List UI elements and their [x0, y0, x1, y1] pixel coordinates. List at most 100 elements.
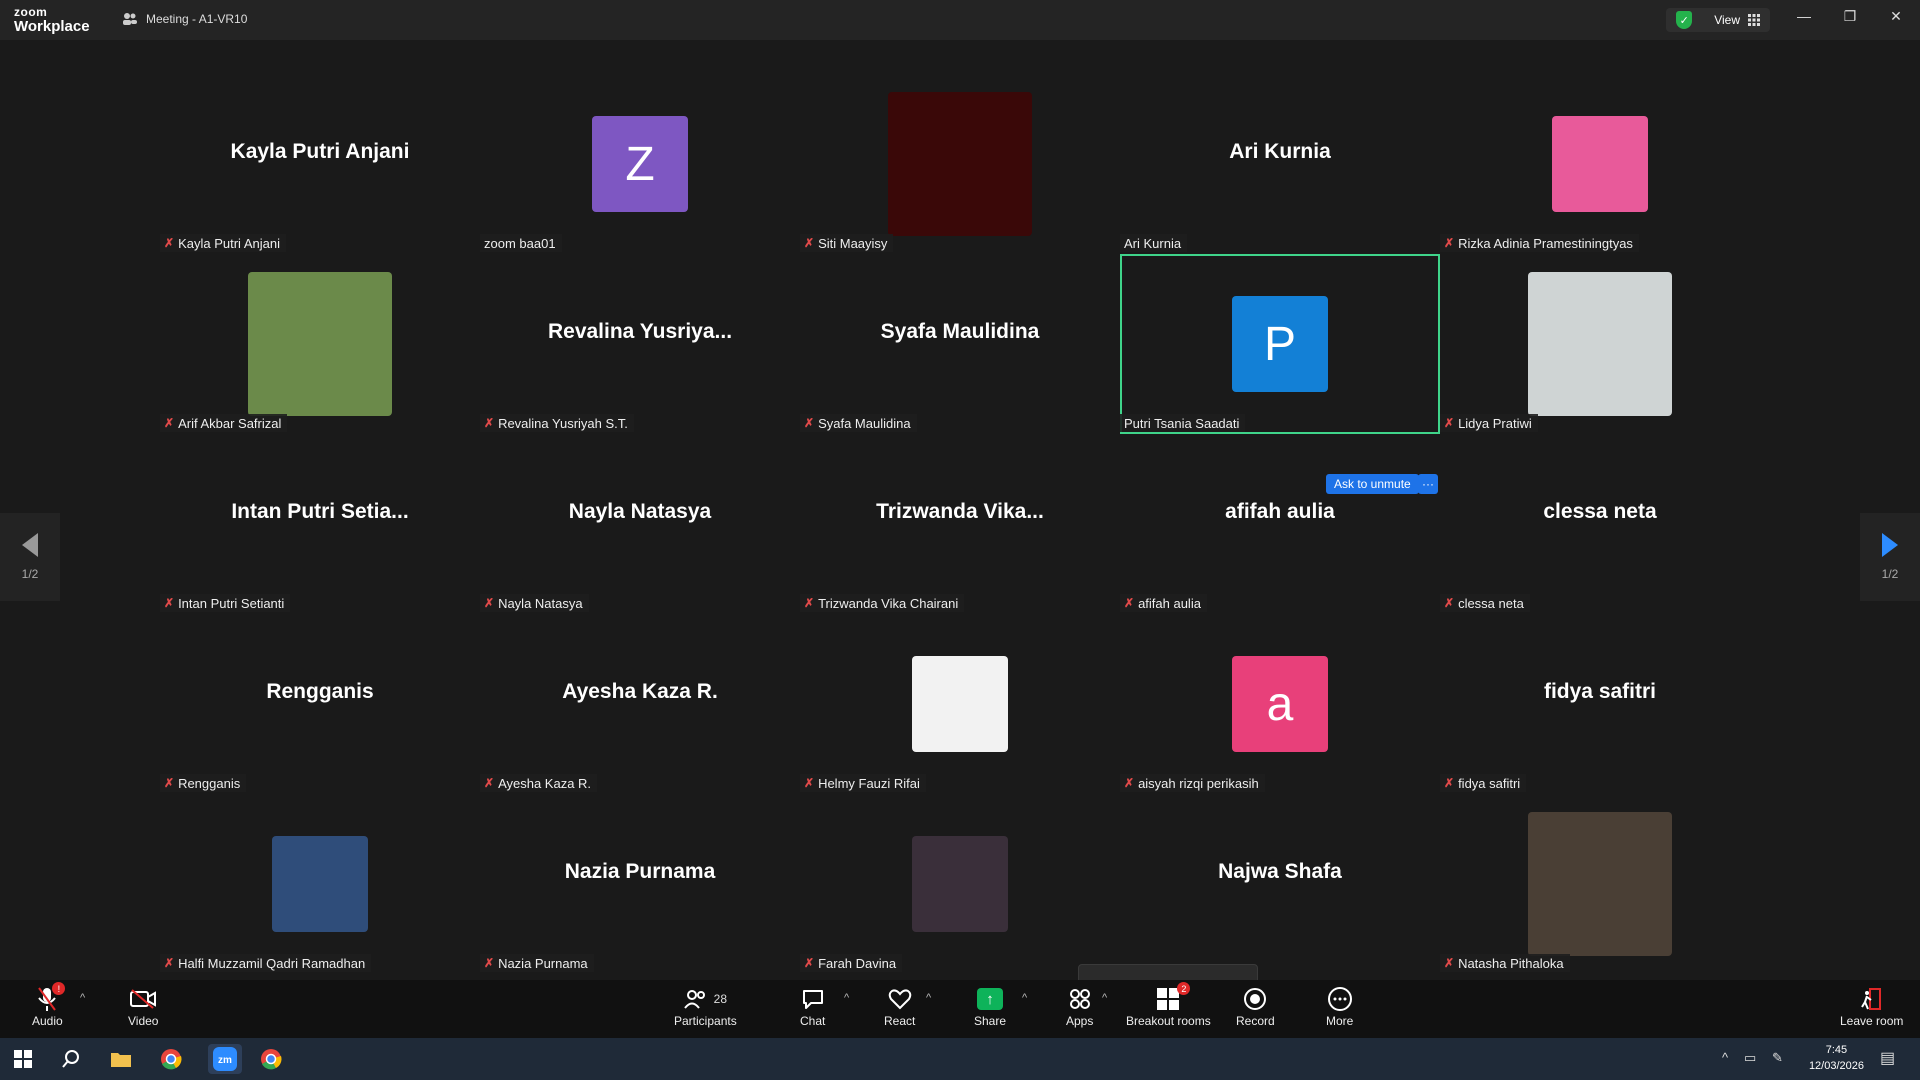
chat-options-chevron-icon[interactable]: ^ [844, 992, 849, 1004]
participant-tile[interactable]: ✗ Siti Maayisy [800, 74, 1120, 254]
notifications-icon[interactable]: ▤ [1880, 1048, 1895, 1068]
leave-room-icon [1860, 984, 1884, 1014]
share-label: Share [974, 1014, 1007, 1028]
chrome-profile-icon[interactable] [258, 1047, 284, 1071]
more-button[interactable]: More [1326, 984, 1353, 1028]
search-icon[interactable] [58, 1047, 84, 1071]
zoom-taskbar-icon[interactable]: zm [208, 1044, 242, 1074]
meeting-info[interactable]: Meeting - A1-VR10 [122, 12, 247, 26]
participant-tile[interactable]: ✗ Farah Davina [800, 794, 1120, 974]
participant-name: clessa neta [1458, 595, 1524, 611]
audio-options-chevron-icon[interactable]: ^ [80, 992, 85, 1004]
participants-button[interactable]: 28 Participants [674, 984, 737, 1028]
participant-photo [1528, 812, 1672, 956]
network-icon[interactable]: ▭ [1744, 1050, 1756, 1066]
participant-name-label: ✗ Kayla Putri Anjani [160, 234, 286, 252]
participant-more-button[interactable]: ··· [1418, 474, 1438, 494]
apps-options-chevron-icon[interactable]: ^ [1102, 992, 1107, 1004]
next-page-button[interactable]: 1/2 [1860, 513, 1920, 601]
react-options-chevron-icon[interactable]: ^ [926, 992, 931, 1004]
participant-tile[interactable]: ✗ Halfi Muzzamil Qadri Ramadhan [160, 794, 480, 974]
tray-expand-icon[interactable]: ^ [1722, 1050, 1728, 1065]
pen-icon[interactable]: ✎ [1772, 1050, 1783, 1066]
participant-tile[interactable]: Intan Putri Setia... ✗ Intan Putri Setiant… [160, 434, 480, 614]
restore-icon[interactable]: ❐ [1838, 8, 1862, 25]
participant-display-name: Ari Kurnia [1229, 140, 1331, 163]
record-button[interactable]: Record [1236, 984, 1275, 1028]
mic-muted-icon: ✗ [1444, 596, 1455, 610]
participant-name-label: zoom baa01 [480, 234, 562, 252]
participant-tile[interactable]: Rengganis ✗ Rengganis [160, 614, 480, 794]
participant-name-label: ✗ Halfi Muzzamil Qadri Ramadhan [160, 954, 372, 972]
participant-tile[interactable]: Nayla Natasya ✗ Nayla Natasya [480, 434, 800, 614]
participant-tile[interactable]: Revalina Yusriya... ✗ Revalina Yusriyah S.… [480, 254, 800, 434]
participant-tile[interactable]: Ayesha Kaza R. ✗ Ayesha Kaza R. [480, 614, 800, 794]
breakout-rooms-button[interactable]: 2 Breakout rooms [1126, 982, 1211, 1028]
participant-tile[interactable]: fidya safitri ✗ fidya safitri [1440, 614, 1760, 794]
participant-tile[interactable]: ✗ Natasha Pithaloka [1440, 794, 1760, 974]
participant-name: Farah Davina [818, 955, 897, 971]
participant-avatar: a [1232, 656, 1328, 752]
windows-start-icon[interactable] [10, 1047, 36, 1071]
mic-muted-icon: ✗ [1444, 416, 1455, 430]
view-button[interactable]: ✓ View [1666, 8, 1770, 32]
participant-name: Syafa Maulidina [818, 415, 911, 431]
breakout-rooms-icon: 2 [1156, 982, 1191, 1014]
share-button[interactable]: ↑ Share [974, 984, 1006, 1028]
meeting-toolbar: ! Audio ^ Video 28 Participants Chat ^ R… [0, 980, 1920, 1038]
participant-name: zoom baa01 [484, 235, 556, 251]
participant-name: fidya safitri [1458, 775, 1521, 791]
participant-tile[interactable]: Syafa Maulidina ✗ Syafa Maulidina [800, 254, 1120, 434]
mic-muted-icon: ✗ [484, 596, 495, 610]
share-options-chevron-icon[interactable]: ^ [1022, 992, 1027, 1004]
apps-button[interactable]: Apps [1066, 984, 1093, 1028]
mic-muted-icon: ✗ [164, 236, 175, 250]
brand-bottom: Workplace [14, 18, 90, 35]
view-label: View [1714, 13, 1740, 27]
participant-name-label: ✗ Syafa Maulidina [800, 414, 917, 432]
mic-muted-icon: ✗ [164, 596, 175, 610]
chat-button[interactable]: Chat [800, 984, 825, 1028]
audio-alert-badge: ! [52, 982, 66, 995]
participant-name-label: ✗ Nayla Natasya [480, 594, 589, 612]
participant-name-label: ✗ Natasha Pithaloka [1440, 954, 1570, 972]
participant-tile[interactable]: Kayla Putri Anjani ✗ Kayla Putri Anjani [160, 74, 480, 254]
mic-muted-icon: ✗ [804, 416, 815, 430]
participant-tile[interactable]: Ari Kurnia Ari Kurnia [1120, 74, 1440, 254]
encryption-shield-icon[interactable]: ✓ [1676, 11, 1693, 29]
video-button[interactable]: Video [128, 984, 158, 1028]
participant-tile[interactable]: clessa neta ✗ clessa neta [1440, 434, 1760, 614]
participant-tile[interactable]: ✗ Helmy Fauzi Rifai [800, 614, 1120, 794]
audio-button[interactable]: ! Audio [32, 982, 66, 1028]
ask-to-unmute-button[interactable]: Ask to unmute [1326, 474, 1419, 494]
participant-display-name: Najwa Shafa [1218, 860, 1342, 883]
leave-room-button[interactable]: Leave room [1840, 984, 1903, 1028]
participant-avatar: P [1232, 296, 1328, 392]
participant-display-name: Intan Putri Setia... [231, 500, 409, 523]
participant-tile[interactable]: ✗ Rizka Adinia Pramestiningtyas [1440, 74, 1760, 254]
mic-muted-icon: ✗ [164, 956, 175, 970]
participant-tile[interactable]: Najwa Shafa [1120, 794, 1440, 974]
participant-tile[interactable]: afifah aulia ✗ afifah aulia [1120, 434, 1440, 614]
chat-label: Chat [800, 1014, 826, 1028]
minimize-icon[interactable]: — [1792, 8, 1816, 24]
participant-tile[interactable]: ✗ Arif Akbar Safrizal [160, 254, 480, 434]
participant-tile[interactable]: Trizwanda Vika... ✗ Trizwanda Vika Chairan… [800, 434, 1120, 614]
participant-tile[interactable]: Nazia Purnama ✗ Nazia Purnama [480, 794, 800, 974]
react-button[interactable]: React [884, 984, 915, 1028]
meeting-title: Meeting - A1-VR10 [146, 12, 248, 26]
taskbar-clock[interactable]: 7:45 12/03/2026 [1809, 1042, 1864, 1074]
file-explorer-icon[interactable] [108, 1047, 134, 1071]
participant-tile[interactable]: ✗ Lidya Pratiwi [1440, 254, 1760, 434]
chrome-icon[interactable] [158, 1047, 184, 1071]
zoom-logo: zoom Workplace [14, 6, 90, 34]
participant-tile[interactable]: Zzoom baa01 [480, 74, 800, 254]
participant-tile[interactable]: P Putri Tsania Saadati [1120, 254, 1440, 434]
close-icon[interactable]: ✕ [1884, 8, 1908, 25]
previous-page-button[interactable]: 1/2 [0, 513, 60, 601]
participant-tile[interactable]: a ✗ aisyah rizqi perikasih [1120, 614, 1440, 794]
participant-display-name: afifah aulia [1225, 500, 1335, 523]
participant-name-label: Ari Kurnia [1120, 234, 1188, 252]
participant-name: Ayesha Kaza R. [498, 775, 592, 791]
participant-photo [1528, 272, 1672, 416]
